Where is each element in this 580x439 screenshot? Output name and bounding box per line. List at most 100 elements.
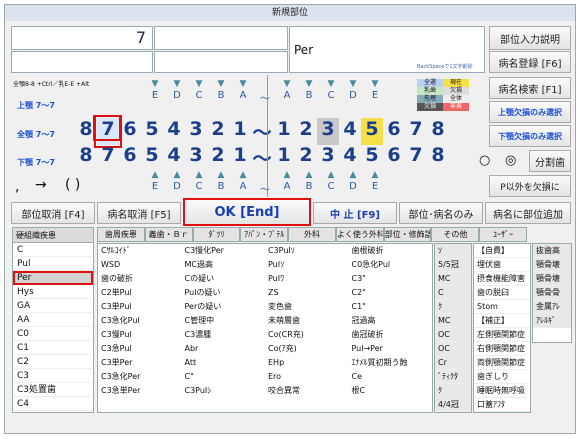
tab-frequent-surgery[interactable]: よく使う外科 — [335, 227, 384, 242]
register-disease-button[interactable]: 病名登録 [F6] — [489, 51, 571, 73]
upper-jaw-label[interactable]: 上顎 7～7 — [17, 100, 55, 111]
search-disease-button[interactable]: 病名検索 [F1] — [489, 77, 571, 99]
option-item[interactable]: C3単Pul — [98, 300, 182, 314]
list-item[interactable]: AA — [13, 313, 93, 327]
option-item[interactable]: 金属ｱﾚ — [533, 300, 571, 314]
ok-button[interactable]: OK [End] — [183, 198, 311, 226]
option-item[interactable]: Stom — [474, 300, 530, 314]
option-item[interactable]: 歯冠破折 — [349, 328, 433, 342]
option-item[interactable]: 左側顎関節症 — [474, 328, 530, 342]
option-item[interactable]: Pulの疑い — [182, 286, 266, 300]
option-item[interactable]: WSD — [98, 258, 182, 272]
option-item[interactable]: MC過高 — [182, 258, 266, 272]
list-item[interactable]: GA — [13, 299, 93, 313]
option-item[interactable]: C管理中 — [182, 314, 266, 328]
part-field-1[interactable] — [154, 26, 288, 50]
list-item[interactable]: C0 — [13, 327, 93, 341]
lower-primary-letters[interactable]: E D C B A ～ A B C D E — [144, 181, 386, 196]
option-item[interactable]: 【補正】 — [474, 314, 530, 328]
option-item[interactable]: 咬合異常 — [265, 384, 349, 398]
option-item[interactable]: 顎骨骨 — [533, 286, 571, 300]
option-item[interactable]: C3慢化Per — [182, 244, 266, 258]
tab-datsuri[interactable]: ﾀﾞﾂﾘ — [192, 227, 241, 242]
option-item[interactable]: Co(CR充) — [265, 328, 349, 342]
option-item[interactable]: 歯ぎしり — [474, 370, 530, 384]
option-item[interactable]: Cr — [435, 356, 471, 370]
lower-jaw-label[interactable]: 下顎 7～7 — [17, 157, 55, 168]
option-item[interactable]: 顎骨壊 — [533, 258, 571, 272]
option-item[interactable]: C0急化Pul — [349, 258, 433, 272]
option-item[interactable]: 歯の脱臼 — [474, 286, 530, 300]
option-item[interactable]: C3急Pul — [98, 342, 182, 356]
option-item[interactable]: MC — [435, 314, 471, 328]
list-item[interactable]: C3処置歯 — [13, 383, 93, 397]
part-explain-button[interactable]: 部位入力説明 — [489, 26, 571, 50]
option-item[interactable]: Pul→Per — [349, 342, 433, 356]
option-item[interactable]: 変色歯 — [265, 300, 349, 314]
option-item[interactable]: Co(ｱ充) — [265, 342, 349, 356]
option-item[interactable]: 両側顎関節症 — [474, 356, 530, 370]
tab-surgery[interactable]: 外科 — [288, 227, 336, 242]
list-item-selected[interactable]: Per — [13, 271, 93, 285]
option-item[interactable]: C3単Per — [98, 356, 182, 370]
option-item[interactable]: Ce — [349, 370, 433, 384]
option-item[interactable]: MC — [435, 272, 471, 286]
except-p-missing-button[interactable]: P以外を欠損に — [489, 175, 571, 197]
option-item[interactable]: ZS — [265, 286, 349, 300]
option-item[interactable]: C2単Pul — [98, 286, 182, 300]
option-item[interactable]: C3" — [349, 272, 433, 286]
list-item[interactable]: C3 — [13, 369, 93, 383]
cancel-disease-button[interactable]: 病名取消 [F5] — [97, 202, 181, 224]
option-item[interactable]: 摂食機能障害 — [474, 272, 530, 286]
radio-option-b[interactable]: ◎ — [505, 153, 516, 168]
lower-teeth-row[interactable]: 8 7 6 5 4 3 2 1 ～ 1 2 3 4 5 6 7 8 — [75, 144, 449, 171]
list-item[interactable]: C — [13, 243, 93, 257]
option-item[interactable]: Cの疑い — [182, 272, 266, 286]
radio-option-a[interactable]: ○ — [479, 153, 490, 168]
option-item[interactable]: C3急単Per — [98, 384, 182, 398]
option-item[interactable]: OC — [435, 328, 471, 342]
option-item[interactable]: C2" — [349, 286, 433, 300]
tab-other[interactable]: その他 — [431, 227, 480, 242]
option-item[interactable]: ｱﾚﾙｷﾞ — [533, 314, 571, 328]
full-jaw-label[interactable]: 全顎 7～7 — [17, 129, 55, 140]
option-item[interactable]: Ero — [265, 370, 349, 384]
tab-user[interactable]: ﾕｰｻﾞｰ — [479, 227, 528, 242]
option-item[interactable]: 睡眠時無呼吸 — [474, 384, 530, 398]
split-tooth-button[interactable]: 分割歯 — [529, 150, 571, 172]
option-item[interactable]: 顎骨壊 — [533, 272, 571, 286]
option-item[interactable]: C3濃腫 — [182, 328, 266, 342]
upper-teeth-row[interactable]: 8 7 6 5 4 3 2 1 ～ 1 2 3 4 5 6 7 8 — [75, 115, 449, 148]
option-item[interactable]: C3PuIｼ — [182, 384, 266, 398]
option-item[interactable]: Abr — [182, 342, 266, 356]
option-item[interactable]: 未萌層歯 — [265, 314, 349, 328]
option-item[interactable]: C3急化Pul — [98, 314, 182, 328]
comma-key[interactable]: , — [15, 179, 19, 195]
tab-perio[interactable]: 歯周疾患 — [97, 227, 145, 242]
option-item[interactable]: Att — [182, 356, 266, 370]
option-item[interactable]: ｿ — [435, 244, 471, 258]
option-item[interactable]: C3PuIｿ — [265, 244, 349, 258]
stop-button[interactable]: 中 止 [F9] — [313, 202, 397, 224]
part-disease-only-button[interactable]: 部位･病名のみ — [399, 202, 483, 224]
option-item[interactable]: 右側顎関節症 — [474, 342, 530, 356]
part-field-2[interactable] — [154, 51, 288, 73]
option-item[interactable]: 根C — [349, 384, 433, 398]
option-item[interactable]: 抜歯高 — [533, 244, 571, 258]
option-item[interactable]: C3急化Per — [98, 370, 182, 384]
cancel-part-button[interactable]: 部位取消 [F4] — [11, 202, 95, 224]
option-item[interactable]: OC — [435, 342, 471, 356]
option-item[interactable]: PuIｿ — [265, 258, 349, 272]
list-item[interactable]: C1 — [13, 341, 93, 355]
option-item[interactable]: EHp — [265, 356, 349, 370]
option-item[interactable]: 【自費】 — [474, 244, 530, 258]
option-item[interactable]: 歯の破折 — [98, 272, 182, 286]
option-item[interactable]: 冠過高 — [349, 314, 433, 328]
tab-denture[interactable]: 義歯・Ｂｒ — [144, 227, 193, 242]
option-item[interactable]: Cｻﾙｺｲﾄﾞ — [98, 244, 182, 258]
option-item[interactable]: C3慢Pul — [98, 328, 182, 342]
option-item[interactable]: ｴﾅﾒﾙ質初期う蝕 — [349, 356, 433, 370]
option-item[interactable]: PuIﾜ — [265, 272, 349, 286]
tab-aphtha[interactable]: ｱﾊﾟﾝ・ﾌﾞﾃﾙ — [240, 227, 289, 242]
list-item[interactable]: Hys — [13, 285, 93, 299]
